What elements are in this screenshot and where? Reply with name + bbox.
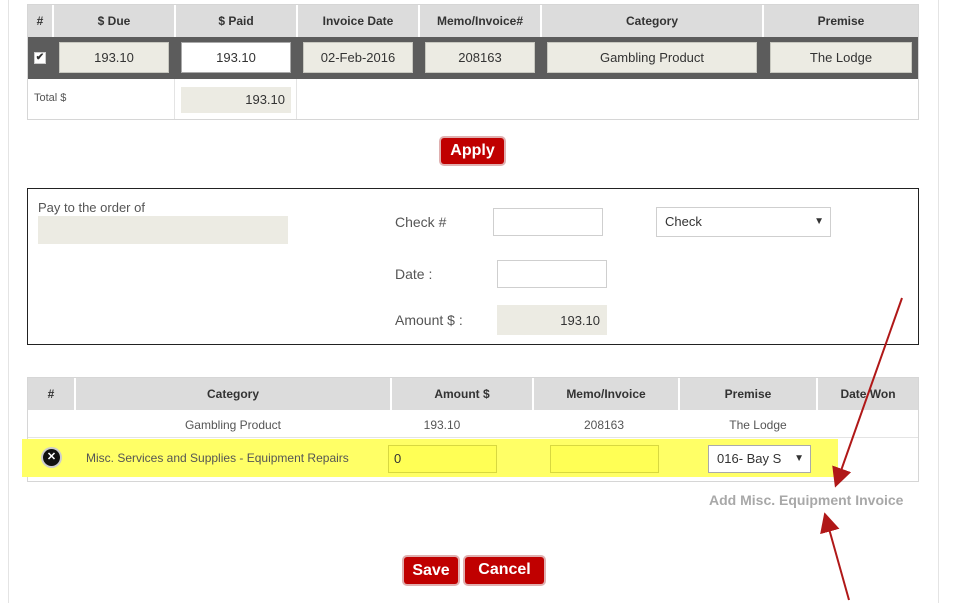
chevron-down-icon: ▼: [794, 453, 804, 464]
apply-button[interactable]: Apply: [441, 138, 504, 164]
check-number-label: Check #: [395, 214, 447, 230]
header-amount: Amount $: [434, 387, 490, 401]
header-category: Category: [206, 387, 259, 401]
payment-method-select[interactable]: Check ▼: [656, 207, 831, 237]
header-memo: Memo/Invoice#: [436, 14, 524, 28]
premise-value: The Lodge: [770, 42, 912, 73]
payment-panel: Pay to the order of Check # Check ▼ Date…: [27, 188, 919, 345]
pay-to-field[interactable]: [38, 216, 288, 244]
new-row-amount-input[interactable]: 0: [388, 445, 497, 473]
arrow-up-icon: [820, 512, 850, 601]
invoice-date-value: 02-Feb-2016: [303, 42, 413, 73]
add-misc-invoice-link[interactable]: Add Misc. Equipment Invoice: [709, 492, 903, 508]
cancel-button[interactable]: Cancel: [465, 557, 544, 584]
existing-premise: The Lodge: [729, 418, 787, 432]
check-number-input[interactable]: [493, 208, 603, 236]
date-input[interactable]: [497, 260, 607, 288]
invoice-row: ✔ 193.10 193.10 02-Feb-2016 208163 Gambl…: [28, 37, 918, 79]
header-paid: $ Paid: [218, 14, 254, 28]
invoice-table: # $ Due $ Paid Invoice Date Memo/Invoice…: [27, 4, 919, 120]
existing-memo: 208163: [583, 418, 625, 432]
header-date-won: Date Won: [840, 387, 896, 401]
new-row-category: Misc. Services and Supplies - Equipment …: [86, 451, 349, 465]
header-premise: Premise: [817, 14, 865, 28]
amount-value: 193.10: [497, 305, 607, 335]
due-value: 193.10: [59, 42, 169, 73]
memo-value: 208163: [425, 42, 535, 73]
amount-label: Amount $ :: [395, 312, 463, 328]
allocation-table: # Category Amount $ Memo/Invoice Premise…: [22, 377, 919, 482]
paid-input[interactable]: 193.10: [181, 42, 291, 73]
row-checkbox[interactable]: ✔: [34, 52, 46, 64]
existing-amount: 193.10: [423, 418, 461, 432]
total-label: Total $: [34, 92, 67, 104]
page-frame-right: [938, 0, 939, 603]
total-value: 193.10: [181, 87, 291, 113]
new-row-memo-input[interactable]: [550, 445, 659, 473]
allocation-table-header: # Category Amount $ Memo/Invoice Premise…: [28, 378, 918, 410]
header-invoice-date: Invoice Date: [322, 14, 394, 28]
header-category: Category: [625, 14, 678, 28]
remove-row-icon[interactable]: ✕: [43, 449, 60, 466]
category-value: Gambling Product: [547, 42, 757, 73]
new-row-premise-value: 016- Bay S: [717, 451, 782, 466]
existing-category: Gambling Product: [184, 418, 282, 432]
date-label: Date :: [395, 266, 433, 282]
pay-to-label: Pay to the order of: [38, 200, 145, 215]
chevron-down-icon: ▼: [814, 216, 824, 227]
header-memo: Memo/Invoice: [566, 387, 646, 401]
save-button[interactable]: Save: [404, 557, 458, 584]
payment-method-value: Check: [665, 214, 702, 229]
new-row-highlight: ✕ Misc. Services and Supplies - Equipmen…: [22, 439, 838, 477]
header-due: $ Due: [97, 14, 131, 28]
page-frame-left: [8, 0, 9, 603]
new-row-premise-select[interactable]: 016- Bay S ▼: [708, 445, 811, 473]
header-index: #: [36, 14, 44, 28]
invoice-table-header: # $ Due $ Paid Invoice Date Memo/Invoice…: [28, 5, 918, 37]
header-index: #: [47, 387, 55, 401]
header-premise: Premise: [724, 387, 772, 401]
